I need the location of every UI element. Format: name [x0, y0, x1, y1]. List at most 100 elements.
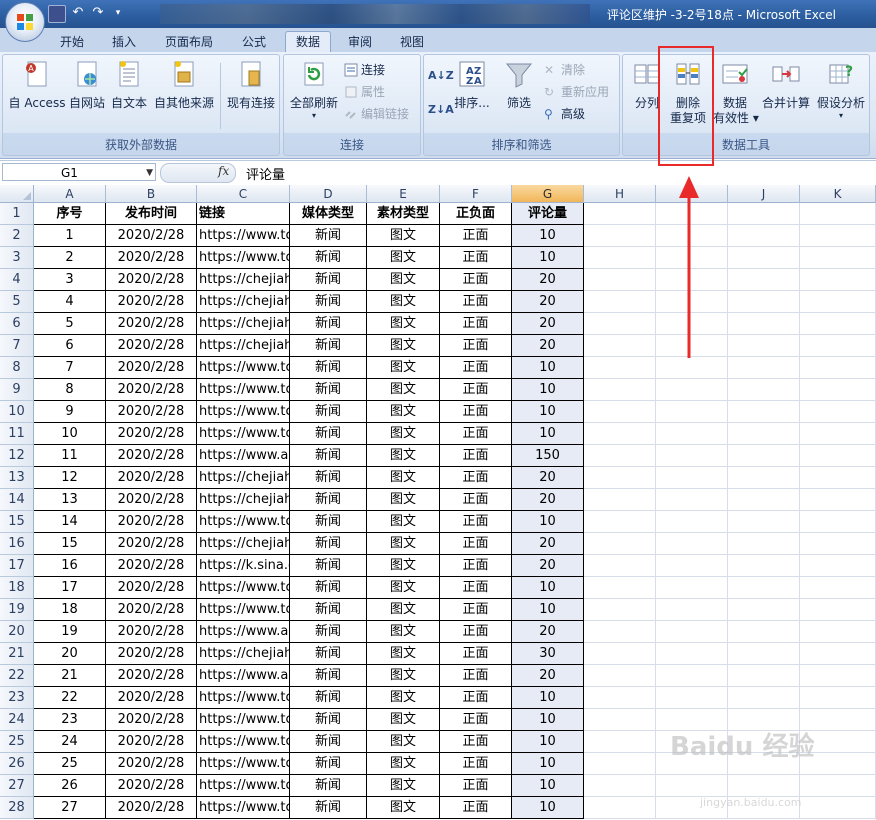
- advanced-filter-button[interactable]: ⚲ 高级: [544, 105, 585, 122]
- cell-media-type[interactable]: 新闻: [290, 379, 367, 401]
- cell-media-type[interactable]: 新闻: [290, 401, 367, 423]
- tab-home[interactable]: 开始: [52, 32, 92, 52]
- cell-index[interactable]: 5: [34, 313, 106, 335]
- tab-review[interactable]: 审阅: [340, 32, 380, 52]
- empty-cell[interactable]: [800, 357, 876, 379]
- cell-media-type[interactable]: 新闻: [290, 489, 367, 511]
- cell-date[interactable]: 2020/2/28: [106, 555, 197, 577]
- cell-index[interactable]: 15: [34, 533, 106, 555]
- cell-sentiment[interactable]: 正面: [440, 291, 512, 313]
- cell-comments[interactable]: 20: [512, 665, 584, 687]
- empty-cell[interactable]: [800, 665, 876, 687]
- cell-link[interactable]: https://chejiah: [197, 291, 290, 313]
- empty-cell[interactable]: [728, 335, 800, 357]
- header-cell-comments[interactable]: 评论量: [512, 203, 584, 225]
- cell-sentiment[interactable]: 正面: [440, 533, 512, 555]
- save-icon[interactable]: [48, 5, 66, 23]
- cell-sentiment[interactable]: 正面: [440, 445, 512, 467]
- empty-cell[interactable]: [584, 467, 656, 489]
- cell-link[interactable]: https://chejiah: [197, 533, 290, 555]
- empty-cell[interactable]: [728, 467, 800, 489]
- empty-cell[interactable]: [800, 577, 876, 599]
- cell-sentiment[interactable]: 正面: [440, 687, 512, 709]
- row-header[interactable]: 4: [0, 269, 34, 291]
- empty-cell[interactable]: [584, 401, 656, 423]
- empty-cell[interactable]: [728, 445, 800, 467]
- cell-date[interactable]: 2020/2/28: [106, 357, 197, 379]
- cell-material-type[interactable]: 图文: [367, 225, 440, 247]
- cell-material-type[interactable]: 图文: [367, 797, 440, 819]
- header-cell-link[interactable]: 链接: [197, 203, 290, 225]
- cell-date[interactable]: 2020/2/28: [106, 753, 197, 775]
- cell-comments[interactable]: 20: [512, 489, 584, 511]
- cell-link[interactable]: https://www.au: [197, 665, 290, 687]
- empty-cell[interactable]: [800, 687, 876, 709]
- cell-media-type[interactable]: 新闻: [290, 335, 367, 357]
- empty-cell[interactable]: [656, 775, 728, 797]
- existing-connections-button[interactable]: 现有连接: [225, 59, 277, 111]
- empty-cell[interactable]: [584, 225, 656, 247]
- cell-sentiment[interactable]: 正面: [440, 731, 512, 753]
- empty-cell[interactable]: [800, 423, 876, 445]
- cell-comments[interactable]: 10: [512, 401, 584, 423]
- row-header[interactable]: 13: [0, 467, 34, 489]
- cell-material-type[interactable]: 图文: [367, 511, 440, 533]
- cell-date[interactable]: 2020/2/28: [106, 599, 197, 621]
- cell-date[interactable]: 2020/2/28: [106, 291, 197, 313]
- cell-index[interactable]: 8: [34, 379, 106, 401]
- empty-cell[interactable]: [800, 467, 876, 489]
- column-header-k[interactable]: K: [800, 185, 876, 203]
- cell-comments[interactable]: 10: [512, 423, 584, 445]
- name-box-dropdown-icon[interactable]: ▼: [146, 164, 153, 182]
- empty-cell[interactable]: [728, 225, 800, 247]
- cell-material-type[interactable]: 图文: [367, 753, 440, 775]
- cell-index[interactable]: 24: [34, 731, 106, 753]
- column-header-j[interactable]: J: [728, 185, 800, 203]
- cell-material-type[interactable]: 图文: [367, 379, 440, 401]
- cell-sentiment[interactable]: 正面: [440, 621, 512, 643]
- tab-view[interactable]: 视图: [392, 32, 432, 52]
- row-header[interactable]: 21: [0, 643, 34, 665]
- sort-button[interactable]: AZZA 排序...: [452, 59, 492, 111]
- empty-cell[interactable]: [656, 489, 728, 511]
- connections-button[interactable]: 连接: [344, 61, 385, 78]
- header-cell-sentiment[interactable]: 正负面: [440, 203, 512, 225]
- cell-link[interactable]: https://www.tc: [197, 401, 290, 423]
- empty-cell[interactable]: [584, 247, 656, 269]
- row-header[interactable]: 12: [0, 445, 34, 467]
- empty-cell[interactable]: [728, 511, 800, 533]
- empty-cell[interactable]: [728, 643, 800, 665]
- cell-media-type[interactable]: 新闻: [290, 357, 367, 379]
- cell-index[interactable]: 9: [34, 401, 106, 423]
- row-header[interactable]: 20: [0, 621, 34, 643]
- empty-cell[interactable]: [800, 599, 876, 621]
- cell-comments[interactable]: 10: [512, 357, 584, 379]
- cell-media-type[interactable]: 新闻: [290, 533, 367, 555]
- cell-link[interactable]: https://chejiah: [197, 313, 290, 335]
- cell-comments[interactable]: 10: [512, 577, 584, 599]
- cell-material-type[interactable]: 图文: [367, 555, 440, 577]
- customize-qat-icon[interactable]: ▾: [110, 5, 126, 21]
- empty-cell[interactable]: [800, 203, 876, 225]
- cell-sentiment[interactable]: 正面: [440, 665, 512, 687]
- empty-cell[interactable]: [800, 269, 876, 291]
- cell-material-type[interactable]: 图文: [367, 335, 440, 357]
- empty-cell[interactable]: [584, 379, 656, 401]
- cell-index[interactable]: 3: [34, 269, 106, 291]
- cell-index[interactable]: 20: [34, 643, 106, 665]
- cell-material-type[interactable]: 图文: [367, 731, 440, 753]
- empty-cell[interactable]: [584, 423, 656, 445]
- cell-material-type[interactable]: 图文: [367, 577, 440, 599]
- cell-media-type[interactable]: 新闻: [290, 599, 367, 621]
- column-header-a[interactable]: A: [34, 185, 106, 203]
- reapply-button[interactable]: ↻ 重新应用: [544, 83, 609, 100]
- row-header[interactable]: 23: [0, 687, 34, 709]
- cell-material-type[interactable]: 图文: [367, 643, 440, 665]
- cell-material-type[interactable]: 图文: [367, 313, 440, 335]
- cell-date[interactable]: 2020/2/28: [106, 423, 197, 445]
- cell-date[interactable]: 2020/2/28: [106, 665, 197, 687]
- row-header[interactable]: 28: [0, 797, 34, 819]
- column-header-c[interactable]: C: [197, 185, 290, 203]
- empty-cell[interactable]: [584, 533, 656, 555]
- row-header[interactable]: 17: [0, 555, 34, 577]
